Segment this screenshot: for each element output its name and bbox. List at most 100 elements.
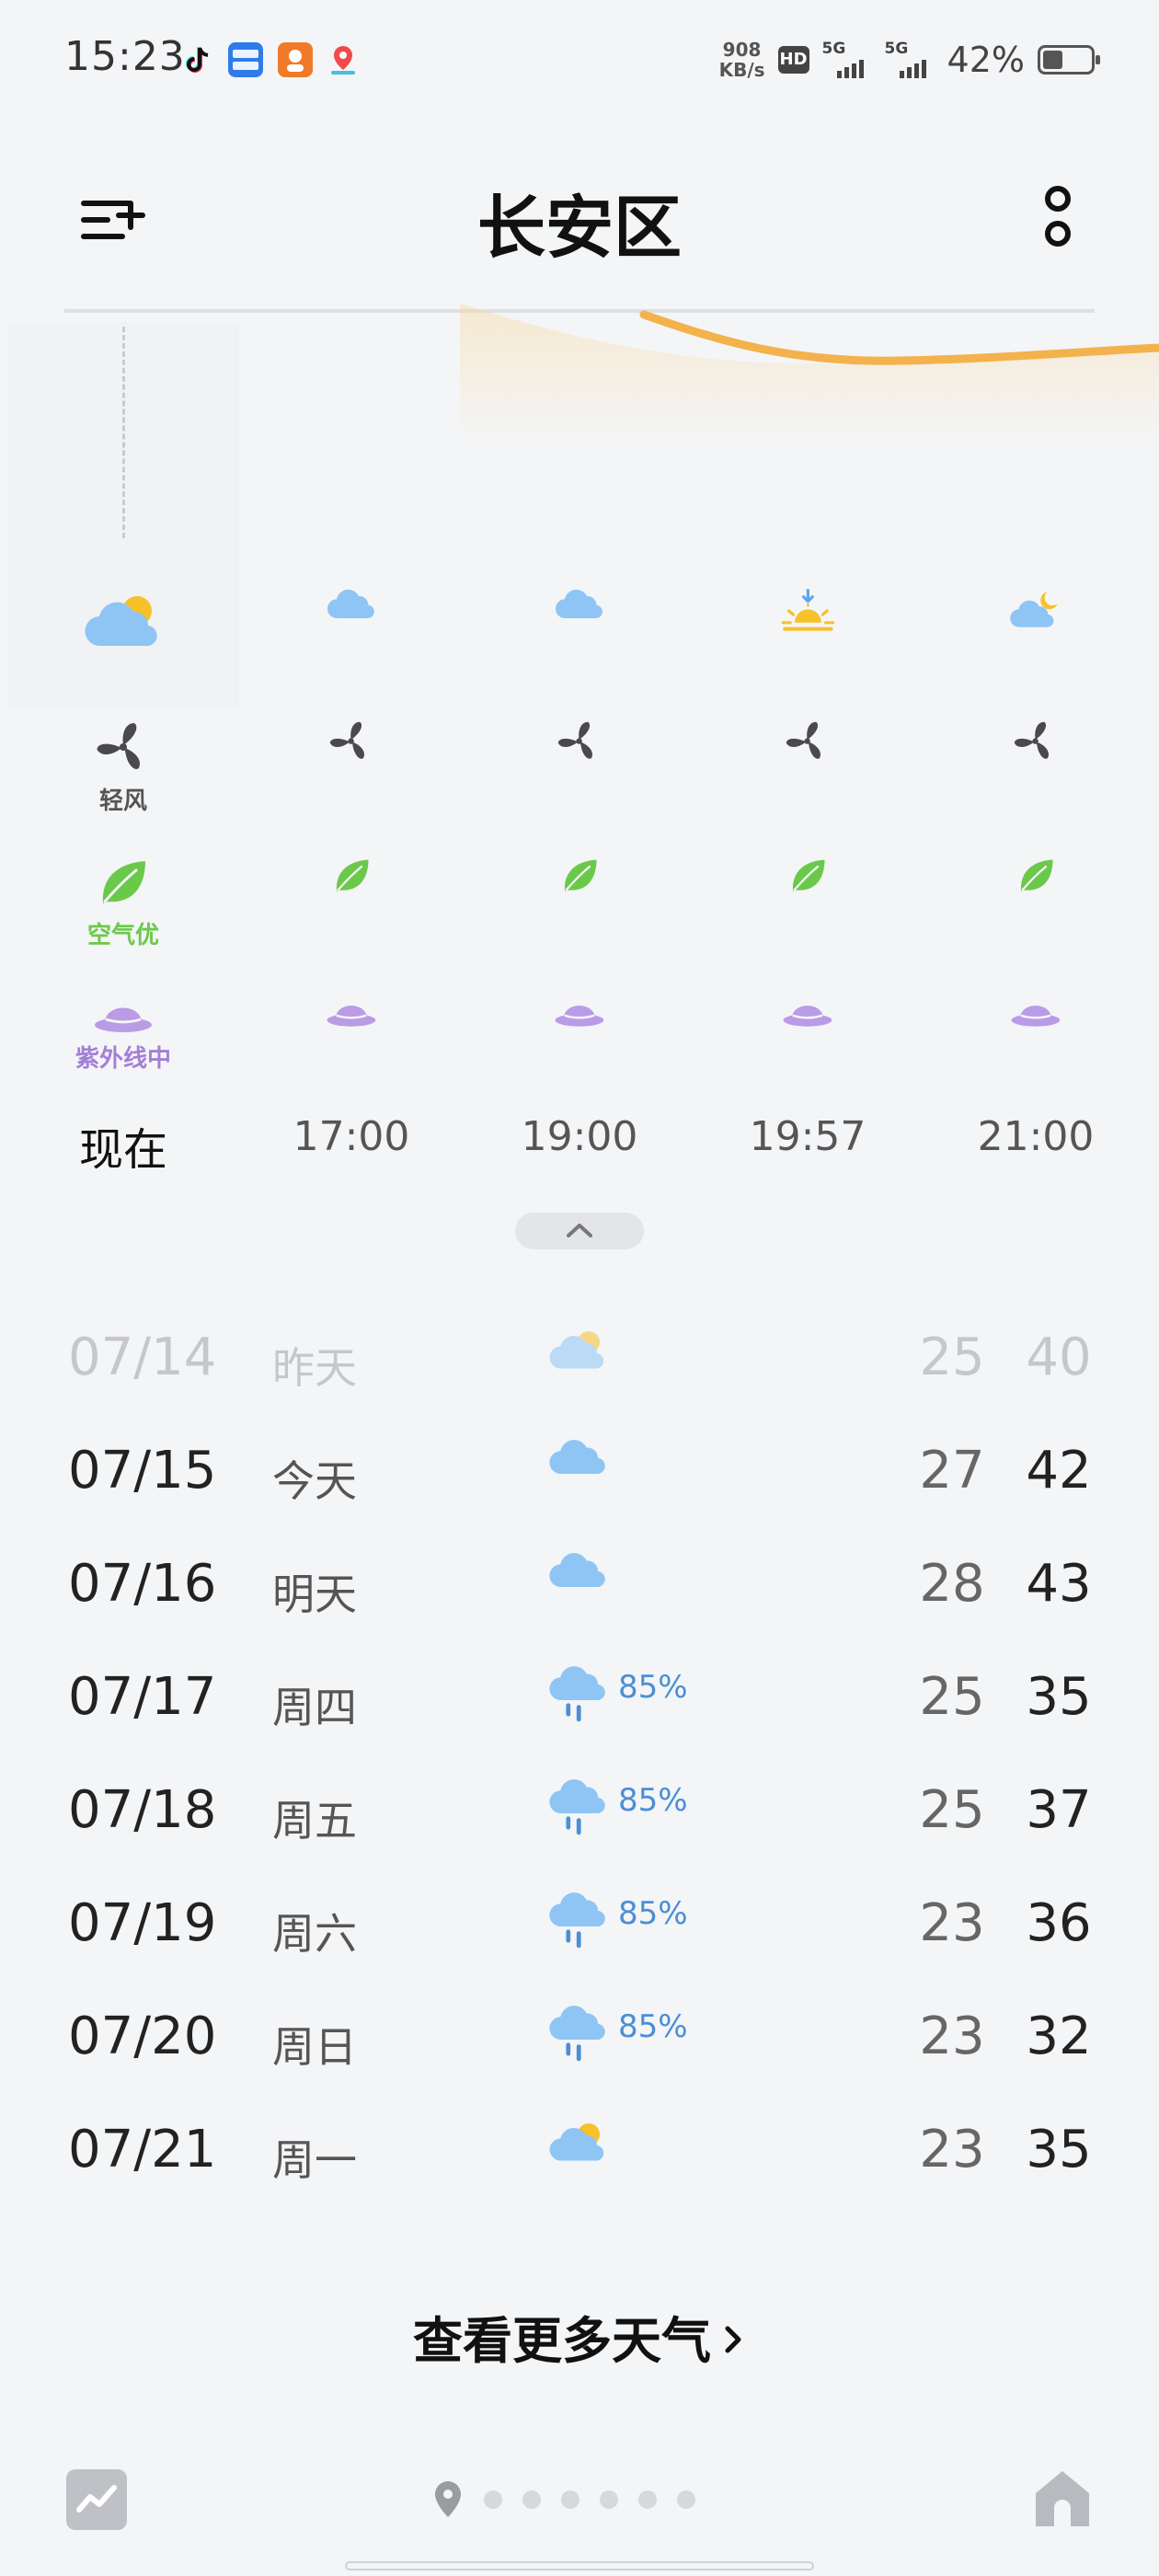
network-speed: 908 KB/s bbox=[719, 40, 765, 80]
day-date: 07/14 bbox=[68, 1328, 217, 1387]
low-temp: 23 bbox=[919, 2120, 985, 2179]
low-temp: 25 bbox=[919, 1667, 985, 1727]
cloudy-night-icon bbox=[922, 589, 1150, 630]
leaf-icon bbox=[96, 856, 151, 914]
signal-sim2-icon: 5G bbox=[884, 40, 935, 78]
air-quality-cell: 空气优 bbox=[9, 856, 237, 950]
partly-cloudy-icon bbox=[547, 2118, 610, 2168]
rain-icon bbox=[547, 1892, 609, 1953]
low-temp: 25 bbox=[919, 1780, 985, 1840]
partly-cloudy-icon bbox=[547, 1326, 610, 1375]
status-bar: 15:23 908 KB/s HD 5G 5G 42% bbox=[0, 0, 1159, 120]
hourly-column[interactable]: 轻风 空气优 紫外线中 现在 bbox=[9, 570, 237, 1178]
day-date: 07/20 bbox=[68, 2007, 217, 2066]
hd-voice-icon: HD bbox=[777, 46, 809, 74]
page-dot[interactable] bbox=[600, 2490, 618, 2509]
day-date: 07/15 bbox=[68, 1441, 217, 1501]
air-quality-cell bbox=[694, 856, 922, 901]
high-temp: 35 bbox=[1026, 2120, 1092, 2179]
daily-row[interactable]: 07/20 周日 85% 23 32 bbox=[0, 1981, 1159, 2082]
day-name: 今天 bbox=[272, 1456, 357, 1506]
rain-icon bbox=[547, 2005, 609, 2066]
daily-row[interactable]: 07/21 周一 23 35 bbox=[0, 2094, 1159, 2195]
more-weather-link[interactable]: 查看更多天气 bbox=[0, 2300, 1159, 2373]
day-name: 周五 bbox=[272, 1796, 357, 1846]
page-dot[interactable] bbox=[638, 2490, 657, 2509]
day-date: 07/21 bbox=[68, 2120, 217, 2179]
high-temp: 36 bbox=[1026, 1893, 1092, 1953]
chevron-up-icon bbox=[567, 1224, 592, 1237]
sunset-icon bbox=[694, 589, 922, 635]
uv-cell bbox=[465, 994, 694, 1031]
wind-cell: 轻风 bbox=[9, 718, 237, 816]
tiktok-icon bbox=[180, 42, 215, 77]
fan-icon bbox=[1012, 718, 1059, 768]
status-time: 15:23 bbox=[64, 33, 186, 80]
now-marker-line bbox=[122, 327, 125, 538]
day-date: 07/17 bbox=[68, 1667, 217, 1727]
day-date: 07/16 bbox=[68, 1554, 217, 1614]
leaf-icon bbox=[787, 856, 829, 901]
page-dot[interactable] bbox=[677, 2490, 695, 2509]
hour-time: 21:00 bbox=[977, 1113, 1095, 1160]
location-pin-icon bbox=[435, 2481, 461, 2517]
uv-cell bbox=[237, 994, 465, 1031]
battery-percent: 42% bbox=[947, 40, 1025, 80]
sun-hat-icon bbox=[781, 994, 834, 1031]
app-header: 长安区 bbox=[0, 147, 1159, 313]
signal-sim1-icon: 5G bbox=[822, 40, 872, 78]
hour-time: 17:00 bbox=[293, 1113, 410, 1160]
home-icon[interactable] bbox=[1032, 2466, 1093, 2530]
hour-time: 19:57 bbox=[749, 1113, 866, 1160]
hourly-column[interactable]: 21:00 bbox=[922, 570, 1150, 1178]
daily-row[interactable]: 07/18 周五 85% 25 37 bbox=[0, 1754, 1159, 1856]
wind-cell bbox=[922, 718, 1150, 768]
trend-chart-icon[interactable] bbox=[66, 2469, 127, 2530]
uv-label: 紫外线中 bbox=[75, 1045, 171, 1073]
page-dot[interactable] bbox=[484, 2490, 502, 2509]
precipitation-chance: 85% bbox=[618, 1782, 688, 1819]
hourly-column[interactable]: 17:00 bbox=[237, 570, 465, 1178]
day-name: 周日 bbox=[272, 2022, 357, 2072]
wind-label: 轻风 bbox=[98, 788, 147, 815]
fan-icon bbox=[327, 718, 374, 768]
hourly-column[interactable]: 19:00 bbox=[465, 570, 694, 1178]
daily-row[interactable]: 07/16 明天 28 43 bbox=[0, 1528, 1159, 1629]
day-date: 07/19 bbox=[68, 1893, 217, 1953]
city-page-indicator[interactable] bbox=[432, 2477, 695, 2523]
cloudy-icon bbox=[465, 589, 694, 621]
leaf-icon bbox=[559, 856, 601, 901]
cloudy-icon bbox=[547, 1552, 609, 1594]
high-temp: 35 bbox=[1026, 1667, 1092, 1727]
daily-row[interactable]: 07/17 周四 85% 25 35 bbox=[0, 1641, 1159, 1742]
daily-row[interactable]: 07/15 今天 27 42 bbox=[0, 1415, 1159, 1516]
leaf-icon bbox=[1016, 856, 1057, 901]
network-speed-unit: KB/s bbox=[718, 59, 765, 81]
battery-icon bbox=[1038, 45, 1100, 75]
rain-icon bbox=[547, 1778, 609, 1840]
high-temp: 42 bbox=[1026, 1441, 1092, 1501]
air-quality-cell bbox=[237, 856, 465, 901]
day-name: 周六 bbox=[272, 1909, 357, 1959]
air-quality-cell bbox=[922, 856, 1150, 901]
collapse-hourly-button[interactable] bbox=[515, 1213, 644, 1249]
yupao-recruit-icon bbox=[228, 42, 263, 77]
day-name: 昨天 bbox=[272, 1343, 357, 1393]
low-temp: 23 bbox=[919, 2007, 985, 2066]
day-name: 周一 bbox=[272, 2135, 357, 2185]
daily-row[interactable]: 07/14 昨天 25 40 bbox=[0, 1302, 1159, 1403]
low-temp: 25 bbox=[919, 1328, 985, 1387]
wind-cell bbox=[465, 718, 694, 768]
maps-icon bbox=[326, 42, 361, 77]
sim2-network-label: 5G bbox=[884, 40, 909, 58]
chevron-right-icon bbox=[720, 2312, 746, 2370]
page-dot[interactable] bbox=[561, 2490, 580, 2509]
gesture-home-indicator[interactable] bbox=[345, 2561, 814, 2570]
page-dot[interactable] bbox=[522, 2490, 541, 2509]
daily-row[interactable]: 07/19 周六 85% 23 36 bbox=[0, 1868, 1159, 1969]
cloudy-icon bbox=[547, 1439, 609, 1481]
hourly-column[interactable]: 19:57 bbox=[694, 570, 922, 1178]
uv-cell bbox=[922, 994, 1150, 1031]
leaf-icon bbox=[331, 856, 373, 901]
more-icon[interactable] bbox=[1034, 184, 1082, 258]
